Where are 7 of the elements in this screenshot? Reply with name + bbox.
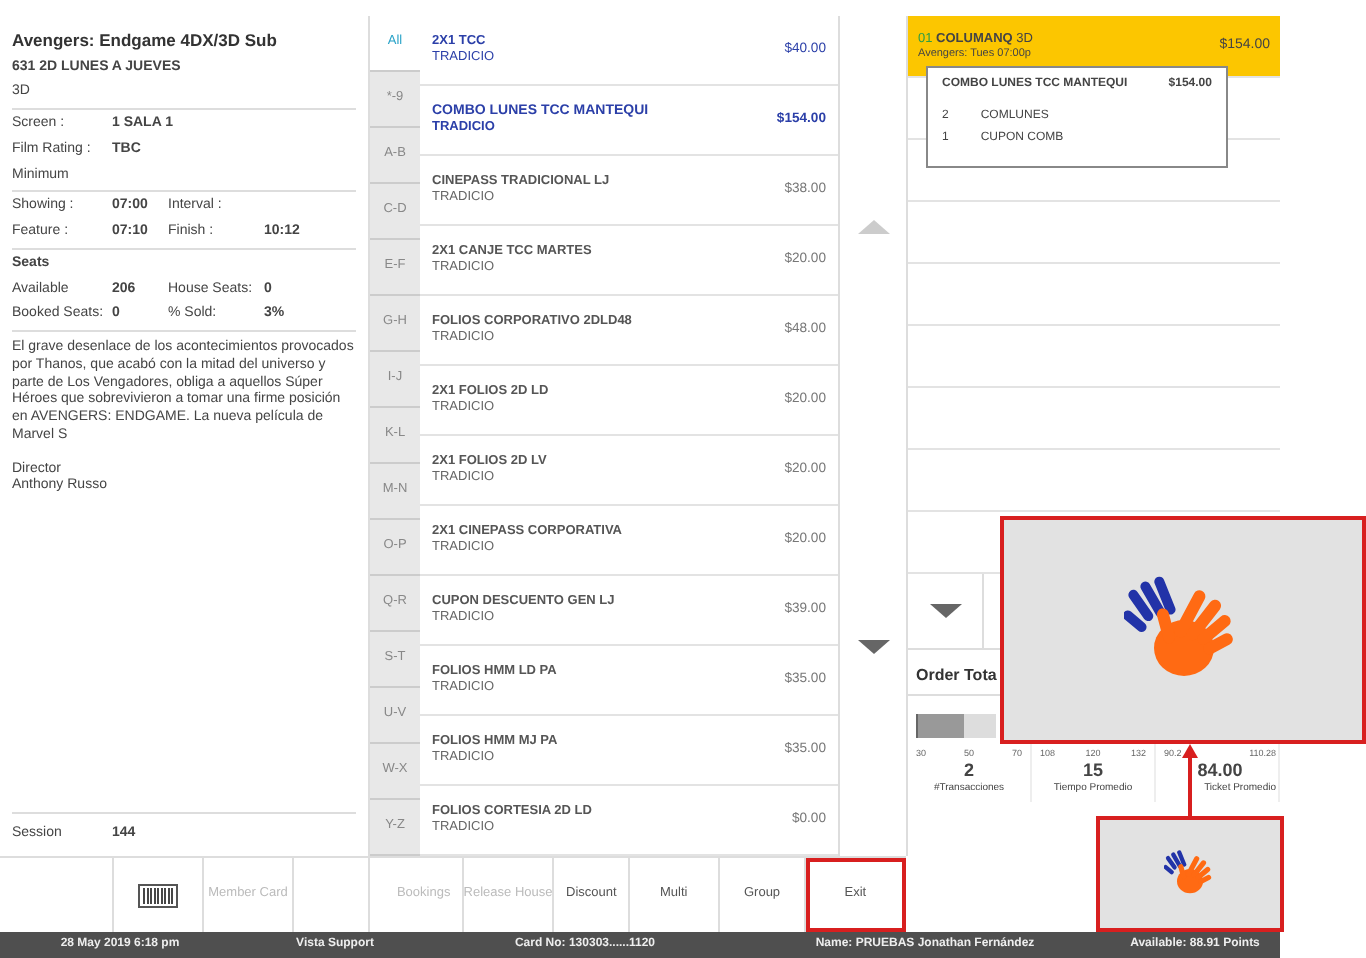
clapping-hands-icon bbox=[1164, 850, 1216, 898]
gauge-value: 2 bbox=[961, 759, 976, 782]
film-title: Avengers: Endgame 4DX/3D Sub bbox=[12, 30, 279, 52]
barcode-icon bbox=[138, 883, 178, 907]
gauge-value: 15 bbox=[1080, 759, 1105, 782]
scroll-down-icon[interactable] bbox=[857, 639, 889, 653]
gauge-value: 84.00 bbox=[1195, 759, 1245, 782]
